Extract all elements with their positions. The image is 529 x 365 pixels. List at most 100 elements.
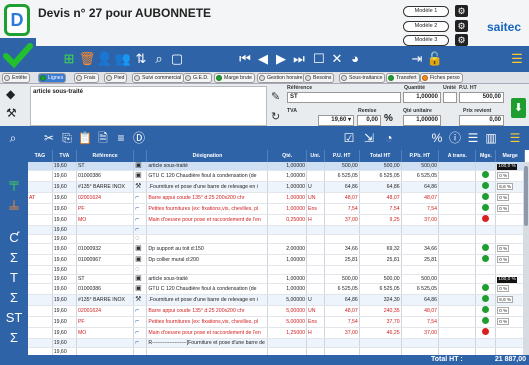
tab-gestion-horaire[interactable]: Gestion horaire xyxy=(257,73,306,83)
search-icon[interactable]: ⌕ xyxy=(150,46,168,72)
col-total-header[interactable]: Total HT xyxy=(359,150,402,162)
previous-record-icon[interactable]: ◀ xyxy=(254,46,272,72)
model-3-button[interactable]: Modèle 3 xyxy=(403,35,449,46)
tab-g-e-d-[interactable]: G.E.D. xyxy=(183,73,212,83)
refresh-icon[interactable]: ↻ xyxy=(271,110,280,123)
model-2-button[interactable]: Modèle 2 xyxy=(403,21,449,32)
menu-icon[interactable]: ☰ xyxy=(508,46,526,72)
col-tag-header[interactable]: TAG xyxy=(28,150,53,162)
columns-icon[interactable]: ▥ xyxy=(482,126,500,150)
bullet-list-icon[interactable]: ☰ xyxy=(464,126,482,150)
table-row[interactable]: 19,60 ◌ xyxy=(28,234,525,245)
menu-icon[interactable]: ☰ xyxy=(506,126,524,150)
table-row[interactable]: 19,60 ⌐ xyxy=(28,225,525,236)
first-record-icon[interactable]: ⏮ xyxy=(236,46,254,72)
col-reference-header[interactable]: Référence xyxy=(76,150,135,162)
reference-field[interactable]: ST xyxy=(287,92,401,103)
close-icon[interactable]: ✕ xyxy=(328,46,346,72)
unlock-icon[interactable]: 🔓 xyxy=(426,46,444,72)
tab-ent-te[interactable]: Entête xyxy=(2,73,30,83)
title-icon[interactable]: T xyxy=(0,270,28,285)
tab-fiches-perso[interactable]: Fiches perso xyxy=(420,73,463,83)
sort-icon[interactable]: ⇅ xyxy=(132,46,150,72)
tab-transfert[interactable]: Transfert xyxy=(386,73,420,83)
tab-lignes[interactable]: Lignes xyxy=(38,73,67,83)
col-mge-header[interactable]: Mge. xyxy=(475,150,497,162)
table-row[interactable]: 19,60 #135° BARRE INOX ⚒ .Fourniture et pos… xyxy=(28,294,525,307)
d-icon[interactable]: Ⓓ xyxy=(130,126,148,150)
new-line-icon[interactable]: ⊞ xyxy=(60,46,78,72)
tab-marge-brute[interactable]: Marge brute xyxy=(214,73,255,83)
tab-suivi-commercial[interactable]: Suivi commercial xyxy=(132,73,185,83)
model-1-button[interactable]: Modèle 1 xyxy=(403,6,449,17)
col-tva-header[interactable]: TVA xyxy=(52,150,77,162)
percent-icon[interactable]: % xyxy=(428,126,446,150)
search-icon[interactable]: ⌕ xyxy=(4,126,22,150)
designation-text[interactable]: article sous-traité xyxy=(33,89,83,95)
tab-pied[interactable]: Pied xyxy=(104,73,128,83)
table-row[interactable]: 19,60 xyxy=(28,347,525,355)
paste-icon[interactable]: 📋 xyxy=(76,126,94,150)
table-row[interactable]: 19,60 ST ▣ article sous-traité 1,00000 500,00… xyxy=(28,162,525,172)
clipboard-check-icon[interactable]: ☑ xyxy=(340,126,358,150)
table-row[interactable]: 19,60 02001624 ⌐ Barre appui coude 135° d:2… xyxy=(28,305,525,318)
document-icon[interactable]: 🗎 xyxy=(94,126,112,150)
unite-field[interactable] xyxy=(443,92,457,103)
chart-icon[interactable]: ◕ xyxy=(346,46,364,72)
arrow-down-icon[interactable]: ⬇ xyxy=(511,98,526,118)
subtotal-st-icon[interactable]: ST xyxy=(0,310,28,325)
sum-icon[interactable]: Σ xyxy=(0,330,28,345)
validate-button[interactable] xyxy=(0,38,36,72)
col-pu-header[interactable]: P.U. HT xyxy=(324,150,360,162)
quantite-field[interactable]: 1,00000 xyxy=(403,92,441,103)
subtotal-icon[interactable]: Ƈ xyxy=(0,230,28,245)
scrollbar-thumb[interactable] xyxy=(524,166,528,226)
delete-icon[interactable]: 🗑 xyxy=(78,46,96,72)
tab-sous-traitance[interactable]: Sous-traitance xyxy=(339,73,386,83)
col-qte-header[interactable]: Qté. xyxy=(267,150,307,162)
gear-icon[interactable]: ⚙ xyxy=(455,20,468,32)
table-row[interactable]: 19,60 ⌐ R--------------------[Fourniture e… xyxy=(28,338,525,349)
list-icon[interactable]: ≡ xyxy=(112,126,130,150)
col-type-header[interactable] xyxy=(133,150,148,162)
table-row[interactable]: 19,60 01000386 ▣ GTU C 120 Chaudière fioul … xyxy=(28,170,525,183)
tab-frais[interactable]: Frais xyxy=(74,73,99,83)
col-designation-header[interactable]: Désignation xyxy=(146,150,269,162)
col-unite-header[interactable]: Uni. xyxy=(306,150,325,162)
table-row[interactable]: AT 19,60 02001624 ⌐ Barre appui coude 135° d… xyxy=(28,192,525,205)
table-row[interactable]: 19,60 01000932 ▣ Dp support au toit d:150 2,… xyxy=(28,243,525,256)
qte-unitaire-field[interactable]: 1,00000 xyxy=(403,115,441,126)
next-record-icon[interactable]: ▶ xyxy=(272,46,290,72)
scissors-icon[interactable]: ✂ xyxy=(40,126,58,150)
zoom-icon[interactable]: ▢ xyxy=(168,46,186,72)
remise-field[interactable]: 0,00 xyxy=(357,115,381,126)
table-row[interactable]: 19,60 01000967 ▣ Dp collier mural d:200 1,00… xyxy=(28,254,525,267)
export-icon[interactable]: ⇥ xyxy=(408,46,426,72)
table-row[interactable]: 19,60 PF ⌐ Petites fournitures (ex: fixatio… xyxy=(28,203,525,216)
info-icon[interactable]: ⓘ xyxy=(446,126,464,150)
table-row[interactable]: 19,60 MO ⌐ Main d'oeuvre pour pose et racco… xyxy=(28,214,525,227)
eraser-icon[interactable]: ✎ xyxy=(271,90,280,103)
table-row[interactable]: 19,60 01000386 ▣ GTU C 120 Chaudière fioul … xyxy=(28,283,525,296)
box-arrow-icon[interactable]: ⇲ xyxy=(360,126,378,150)
prix-revient-field[interactable]: 0,00 xyxy=(459,115,504,126)
designation-editor[interactable]: article sous-traité xyxy=(30,86,267,126)
copy-icon[interactable]: ⎘ xyxy=(58,126,76,150)
pie-chart-icon[interactable]: ◔ xyxy=(380,126,398,150)
table-row[interactable]: 19,60 ◌ xyxy=(28,265,525,276)
sum-icon[interactable]: Σ xyxy=(0,290,28,305)
table-row[interactable]: 19,60 ST ▣ article sous-traité 1,00000 500,00… xyxy=(28,274,525,285)
select-icon[interactable]: ☐ xyxy=(310,46,328,72)
user-search-icon[interactable]: 👥 xyxy=(114,46,132,72)
tab-besoins[interactable]: Besoins xyxy=(303,73,335,83)
last-record-icon[interactable]: ⏭ xyxy=(290,46,308,72)
pu-ht-field[interactable]: 500,00 xyxy=(459,92,504,103)
table-row[interactable]: 19,60 MO ⌐ Main d'oeuvre pour pose et racco… xyxy=(28,327,525,340)
table-row[interactable]: 19,60 PF ⌐ Petites fournitures (ex: fixatio… xyxy=(28,316,525,329)
gear-icon[interactable]: ⚙ xyxy=(455,34,468,46)
user-icon[interactable]: 👤 xyxy=(96,46,114,72)
tva-select[interactable]: 19,60 ▾ xyxy=(318,115,354,126)
sum-icon[interactable]: Σ xyxy=(0,250,28,265)
col-ppb-header[interactable]: P.Pb. HT xyxy=(401,150,440,162)
add-line-icon[interactable]: ╤ xyxy=(0,175,28,190)
